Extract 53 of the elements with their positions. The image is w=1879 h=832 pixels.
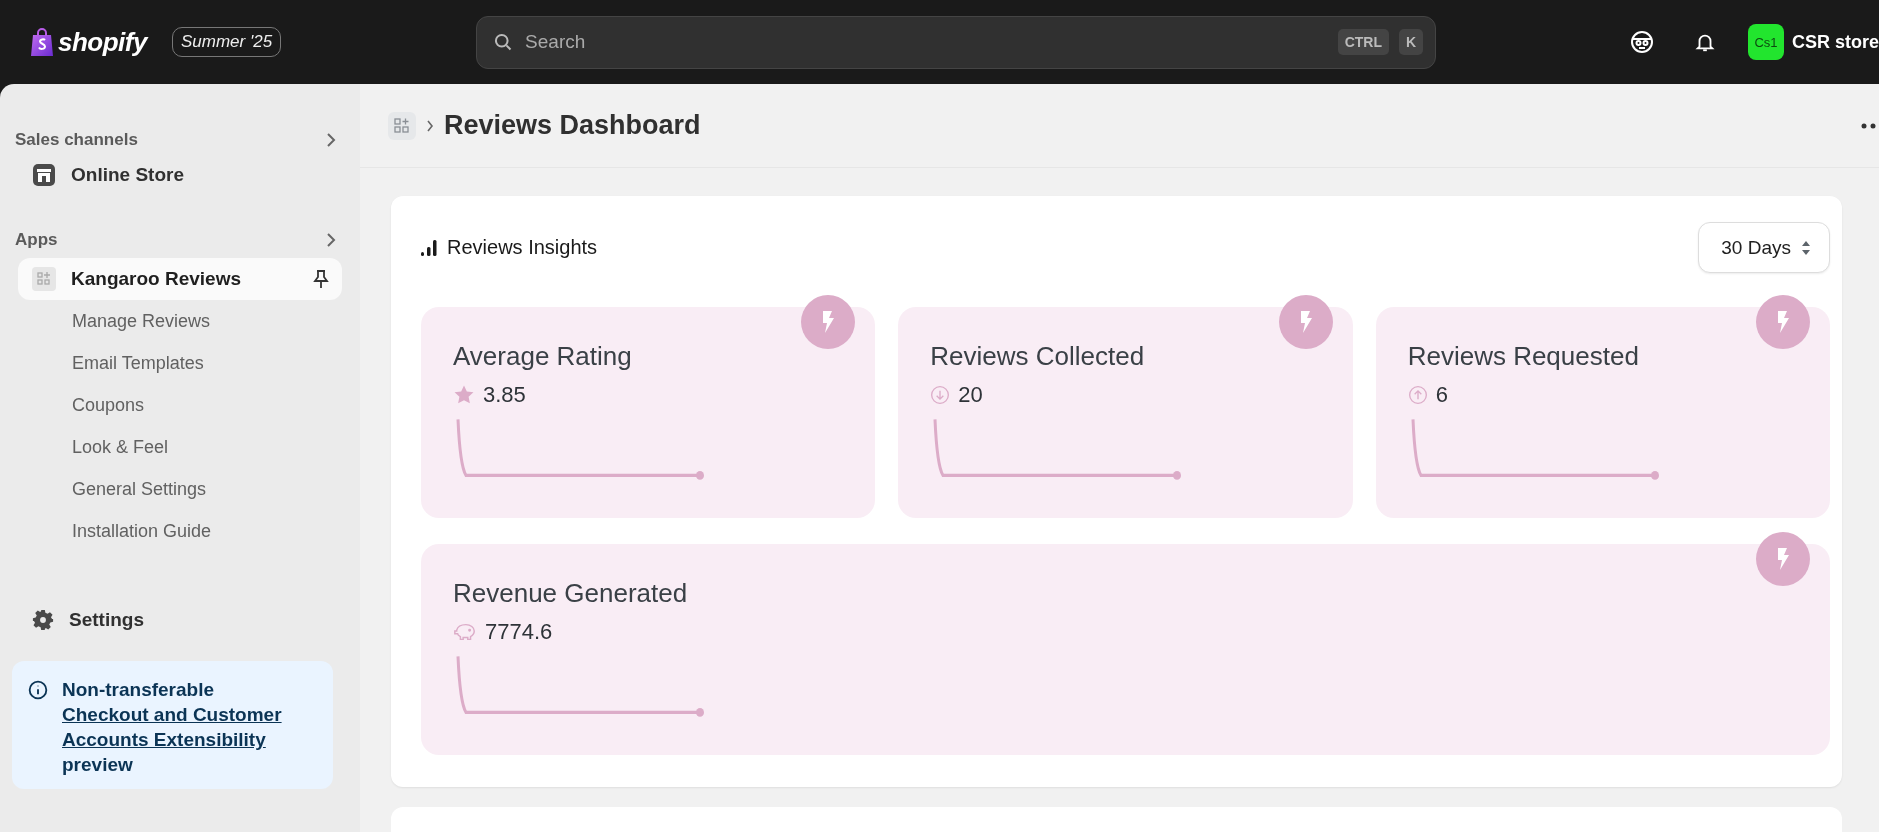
section-title: Apps — [15, 230, 58, 250]
incognito-face-icon[interactable] — [1629, 30, 1654, 54]
breadcrumb-chevron-icon — [426, 119, 434, 132]
stat-value: 7774.6 — [485, 619, 553, 645]
banner-text: preview — [62, 753, 134, 777]
nav-subitem[interactable]: Manage Reviews — [18, 300, 342, 342]
search-bar[interactable]: Search CTRL K — [476, 15, 1437, 69]
storefront-icon — [32, 163, 56, 187]
lightning-badge-icon — [1756, 532, 1810, 586]
stat-value: 3.85 — [483, 382, 526, 408]
stat-title: Average Rating — [453, 341, 633, 372]
stat-title: Revenue Generated — [453, 578, 689, 609]
pin-icon[interactable] — [312, 269, 330, 289]
nav-subitem[interactable]: Coupons — [18, 384, 342, 426]
chevron-right-icon[interactable] — [326, 132, 336, 148]
lightning-badge-icon — [801, 295, 856, 349]
arrow-down-circle-icon — [930, 385, 951, 405]
shortcut-key: K — [1399, 29, 1424, 55]
shopping-bag-icon — [30, 28, 54, 56]
banner-text: Non-transferable — [62, 678, 216, 702]
chevron-right-icon[interactable] — [326, 232, 336, 248]
nav-item[interactable]: Kangaroo Reviews — [18, 258, 342, 300]
edition-badge: Summer '25 — [172, 27, 282, 57]
stat-value: 6 — [1435, 382, 1448, 408]
nav-subitem[interactable]: Email Templates — [18, 342, 342, 384]
nav-subitem[interactable]: Installation Guide — [18, 510, 342, 552]
stat-title: Reviews Requested — [1407, 341, 1640, 372]
stat-value: 20 — [958, 382, 983, 408]
nav-subitem[interactable]: General Settings — [18, 468, 342, 510]
store-name[interactable]: CSR store — [1791, 31, 1879, 53]
search-icon — [493, 32, 514, 52]
up-down-caret-icon — [1801, 239, 1811, 256]
nav-subitem[interactable]: Look & Feel — [18, 426, 342, 468]
lightning-badge-icon — [1756, 295, 1810, 349]
nav-item[interactable]: Online Store — [18, 154, 342, 196]
period-select[interactable]: 30 Days — [1698, 222, 1830, 273]
shortcut-key: CTRL — [1337, 29, 1389, 55]
brand-logo-text: shopify — [58, 26, 147, 58]
store-avatar[interactable]: Cs1 — [1747, 24, 1784, 60]
section-title: Sales channels — [15, 130, 138, 150]
stat-title: Reviews Collected — [930, 341, 1146, 372]
star-icon — [453, 384, 475, 406]
search-input[interactable]: Search — [523, 30, 1328, 54]
piggy-bank-icon — [453, 622, 477, 642]
lightning-badge-icon — [1278, 295, 1333, 349]
arrow-up-circle-icon — [1407, 385, 1428, 405]
info-icon — [28, 680, 48, 700]
nav-item[interactable]: Settings — [18, 599, 342, 641]
card-title: Reviews Insights — [447, 236, 598, 259]
bar-chart-icon — [421, 239, 437, 256]
settings-icon — [32, 609, 54, 631]
app-grid-icon — [32, 267, 56, 291]
page-title: Reviews Dashboard — [444, 110, 701, 141]
